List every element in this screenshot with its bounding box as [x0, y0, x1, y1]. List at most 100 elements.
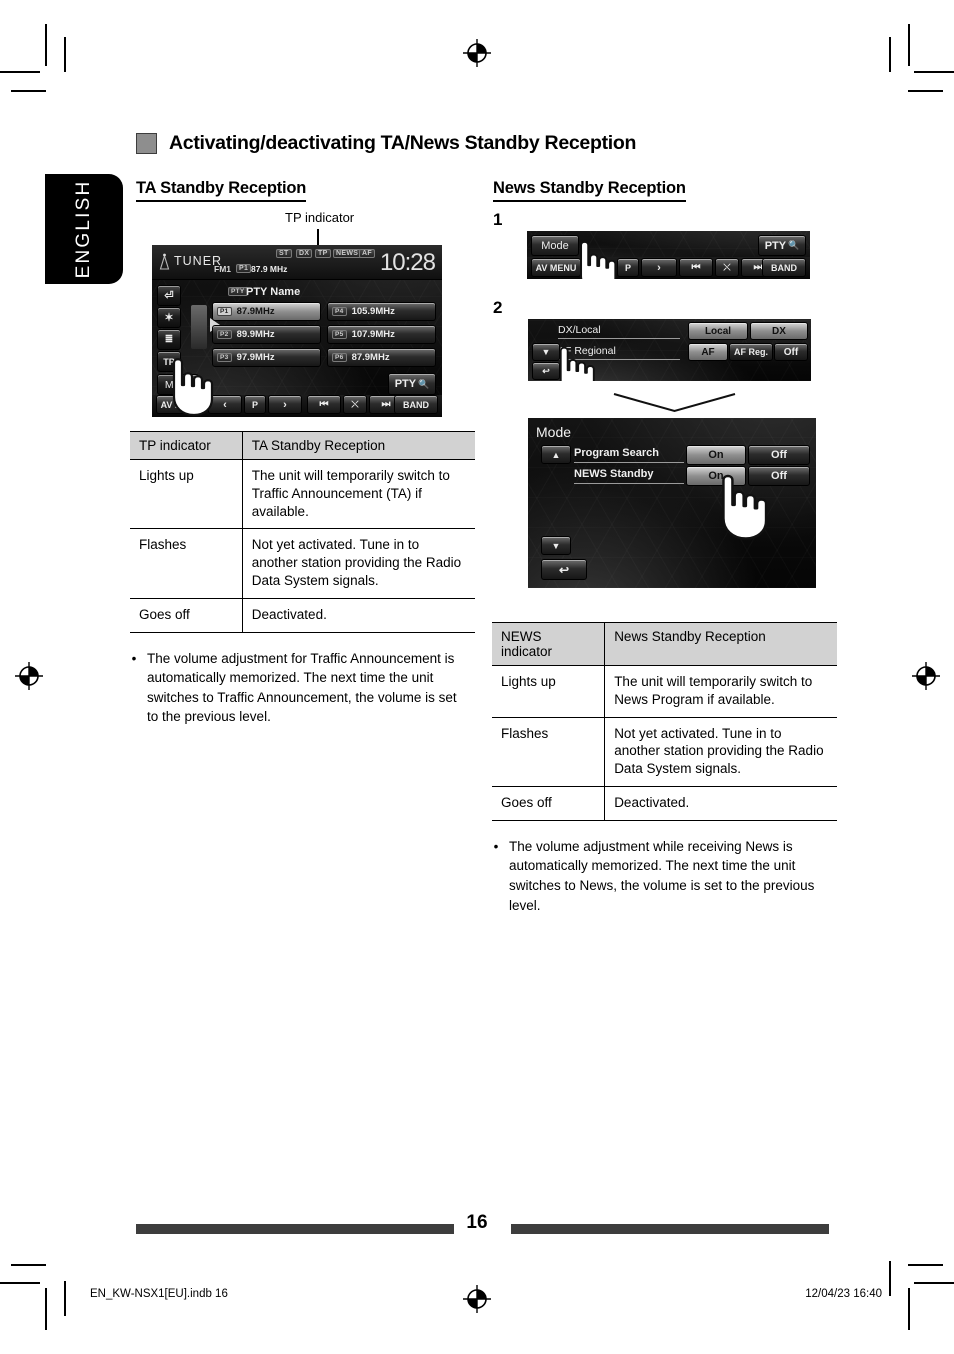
indicator-st: ST [276, 249, 292, 258]
next-icon[interactable]: › [268, 395, 302, 414]
subheading-news-standby: News Standby Reception [493, 179, 686, 202]
news-standby-off-button[interactable]: Off [748, 466, 810, 486]
equalizer-icon[interactable]: ≣ [157, 329, 181, 350]
pty-search-button[interactable]: PTY 🔍 [388, 373, 436, 395]
table-cell-indicator: Flashes [492, 717, 606, 788]
pty-search-label: PTY [394, 378, 417, 390]
ta-note-text: The volume adjustment for Traffic Announ… [147, 650, 457, 725]
section-bullet-icon [136, 133, 157, 154]
crop-mark-br-h2 [908, 1264, 943, 1266]
step-2-number: 2 [493, 298, 503, 317]
preset-button[interactable]: P4 105.9MHz [327, 302, 436, 321]
table-row: Goes off Deactivated. [130, 598, 475, 633]
dx-option-button[interactable]: DX [750, 322, 808, 340]
pty-row-badge: PTY [228, 287, 248, 296]
table-cell-description: Deactivated. [604, 786, 837, 821]
crop-mark-br-h [914, 1282, 954, 1284]
tuner-preset-badge: P1 [236, 264, 252, 273]
av-menu-button[interactable]: AV MENU [531, 258, 581, 277]
search-icon: 🔍 [788, 240, 800, 250]
tuner-band-label: FM1 [214, 264, 231, 274]
crop-mark-tl-h [0, 71, 40, 73]
step2-screen-dx-local: DX/Local Local DX AF Regional AF AF Reg.… [528, 319, 811, 381]
indicator-af: AF [359, 249, 375, 258]
tp-button[interactable]: TP [157, 351, 181, 372]
table-row: Flashes Not yet activated. Tune in to an… [130, 528, 475, 599]
program-search-label: Program Search [574, 447, 684, 463]
bullet-dot-icon: • [131, 650, 137, 666]
next-icon[interactable]: › [641, 258, 677, 277]
preset-button[interactable]: P3 97.9MHz [212, 348, 321, 367]
indicator-tp: TP [315, 249, 331, 258]
news-standby-label: NEWS Standby [574, 468, 684, 484]
table-cell-indicator: Goes off [492, 786, 606, 821]
dx-local-label: DX/Local [558, 324, 680, 339]
av-menu-button[interactable]: AV MENU [156, 395, 206, 414]
prev-icon[interactable]: ‹ [208, 395, 242, 414]
track-back-icon[interactable]: ⏮ [679, 258, 713, 277]
crop-mark-tr-h [914, 71, 954, 73]
crop-mark-bl-v [45, 1288, 47, 1330]
table-cell-description: The unit will temporarily switch to News… [604, 665, 837, 718]
footer-timestamp: 12/04/23 16:40 [805, 1288, 882, 1300]
bluetooth-icon[interactable]: ✶ [157, 307, 181, 328]
crop-mark-tr-h2 [908, 90, 943, 92]
back-arrow-icon[interactable]: ↩ [541, 559, 587, 580]
off-option-button[interactable]: Off [774, 343, 808, 361]
preset-button[interactable]: P2 89.9MHz [212, 325, 321, 344]
table-cell-description: Not yet activated. Tune in to another st… [604, 717, 837, 788]
news-standby-table: NEWS indicator News Standby Reception Li… [492, 622, 837, 821]
preset-p-button[interactable]: P [244, 395, 266, 414]
return-icon[interactable]: ⏎ [157, 285, 181, 306]
af-reg-option-button[interactable]: AF Reg. [729, 343, 773, 361]
chevron-down-icon[interactable]: ▼ [541, 536, 571, 555]
program-search-on-button[interactable]: On [686, 445, 746, 465]
search-icon: 🔍 [418, 378, 430, 389]
crop-mark-br-v [908, 1288, 910, 1330]
preset-badge: P3 [217, 353, 232, 362]
mode-button[interactable]: Mode [531, 235, 579, 256]
table-header-cell: NEWS indicator [492, 622, 606, 666]
table-cell-description: Deactivated. [242, 598, 475, 633]
table-row: Lights up The unit will temporarily swit… [130, 459, 475, 530]
preset-label: 89.9MHz [236, 329, 275, 340]
back-arrow-icon[interactable]: ↩ [532, 362, 560, 380]
registration-mark-right [911, 661, 941, 691]
page-number: 16 [466, 1212, 488, 1233]
preset-button[interactable]: P5 107.9MHz [327, 325, 436, 344]
table-header-cell: News Standby Reception [604, 622, 837, 666]
local-option-button[interactable]: Local [688, 322, 748, 340]
preset-p-button[interactable]: P [617, 258, 639, 277]
table-header-row: NEWS indicator News Standby Reception [492, 622, 837, 666]
news-standby-on-button[interactable]: On [686, 466, 746, 486]
language-tab-label: ENGLISH [73, 179, 94, 279]
ta-standby-table-wrap: TP indicator TA Standby Reception Lights… [130, 431, 475, 727]
crop-mark-tr-v2 [889, 37, 891, 72]
crop-mark-bl-h2 [11, 1264, 46, 1266]
pty-search-button[interactable]: PTY 🔍 [758, 235, 806, 256]
chevron-up-icon[interactable]: ▲ [541, 445, 571, 464]
chevron-down-icon[interactable]: ▼ [532, 343, 560, 361]
flow-chevron-down-icon [612, 392, 737, 419]
program-search-off-button[interactable]: Off [748, 445, 810, 465]
table-header-row: TP indicator TA Standby Reception [130, 431, 475, 460]
preset-button[interactable]: P6 87.9MHz [327, 348, 436, 367]
random-icon[interactable]: ⤬ [715, 258, 739, 277]
band-button[interactable]: BAND [762, 258, 806, 277]
band-button[interactable]: BAND [394, 395, 438, 414]
crop-mark-br-v2 [889, 1261, 891, 1296]
af-option-button[interactable]: AF [688, 343, 728, 361]
preset-badge: P4 [332, 307, 347, 316]
step2-screen-mode: Mode ▲ Program Search On Off NEWS Standb… [528, 418, 816, 588]
crop-mark-tl-h2 [11, 90, 46, 92]
mode-button[interactable]: Mode [157, 374, 199, 395]
table-cell-indicator: Lights up [130, 459, 243, 530]
random-icon[interactable]: ⤬ [343, 395, 367, 414]
footer-bar-left [136, 1224, 454, 1234]
page-next-arrow-icon[interactable] [191, 305, 207, 349]
tuner-frequency: 87.9 MHz [251, 264, 288, 274]
page-canvas: ENGLISH Activating/deactivating TA/News … [0, 0, 954, 1354]
preset-list: P1 87.9MHz P4 105.9MHz P2 89.9MHz P5 107… [212, 302, 436, 367]
track-back-icon[interactable]: ⏮ [307, 395, 341, 414]
preset-button[interactable]: P1 87.9MHz [212, 302, 321, 321]
